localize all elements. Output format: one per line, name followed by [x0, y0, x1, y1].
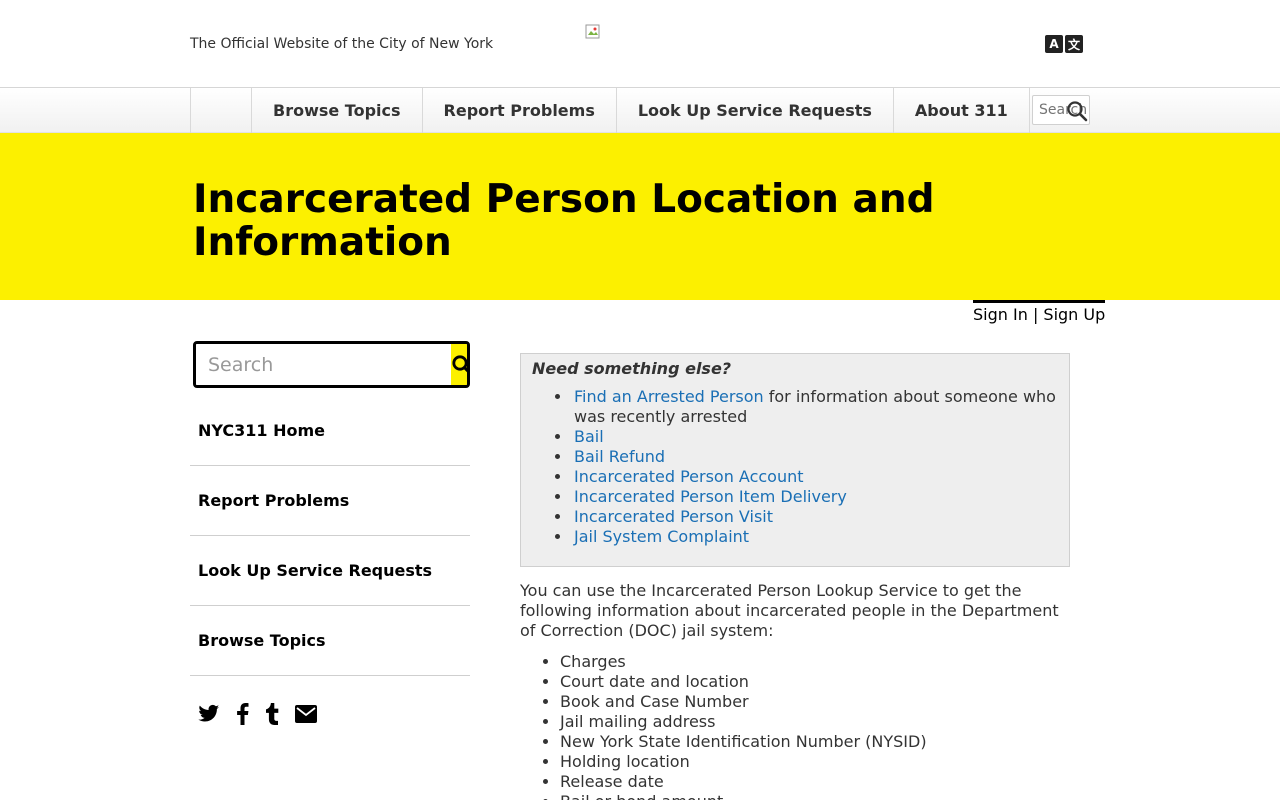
nav-about-311[interactable]: About 311 — [894, 88, 1030, 133]
sidebar-item-look-up-service-requests[interactable]: Look Up Service Requests — [190, 536, 470, 606]
sidebar-search-button[interactable] — [451, 344, 467, 385]
related-services-heading: Need something else? — [532, 359, 732, 378]
translate-cjk-glyph: 文 — [1065, 35, 1083, 53]
related-services-list: Find an Arrested Person for information … — [532, 387, 1059, 547]
list-item: Find an Arrested Person for information … — [572, 387, 1059, 427]
sidebar-menu: NYC311 Home Report Problems Look Up Serv… — [190, 396, 470, 676]
sidebar-search — [193, 341, 470, 388]
related-services-box: Need something else? Find an Arrested Pe… — [520, 353, 1070, 567]
sidebar-item-report-problems[interactable]: Report Problems — [190, 466, 470, 536]
link-find-arrested-person[interactable]: Find an Arrested Person — [574, 387, 764, 406]
broken-image-icon — [585, 24, 600, 39]
list-item: Bail or bond amount — [560, 792, 1070, 800]
list-item: Holding location — [560, 752, 1070, 772]
list-item: Incarcerated Person Account — [572, 467, 1059, 487]
sign-up-link[interactable]: Sign Up — [1043, 305, 1105, 324]
link-incarcerated-person-item-delivery[interactable]: Incarcerated Person Item Delivery — [574, 487, 847, 506]
link-bail[interactable]: Bail — [574, 427, 604, 446]
list-item: Jail System Complaint — [572, 527, 1059, 547]
search-icon[interactable] — [1066, 100, 1088, 122]
info-list: Charges Court date and location Book and… — [520, 652, 1070, 800]
nav-search-box[interactable] — [1032, 95, 1090, 125]
nav-home-slot[interactable] — [190, 88, 252, 133]
nav-report-problems[interactable]: Report Problems — [423, 88, 617, 133]
account-links: Sign In | Sign Up — [973, 300, 1105, 324]
official-website-text: The Official Website of the City of New … — [190, 36, 494, 52]
sidebar-item-nyc311-home[interactable]: NYC311 Home — [190, 396, 470, 466]
nav-look-up-service-requests[interactable]: Look Up Service Requests — [617, 88, 894, 133]
list-item: Charges — [560, 652, 1070, 672]
tumblr-icon[interactable] — [265, 703, 279, 725]
list-item: New York State Identification Number (NY… — [560, 732, 1070, 752]
account-separator: | — [1032, 305, 1039, 324]
link-jail-system-complaint[interactable]: Jail System Complaint — [574, 527, 749, 546]
list-item: Jail mailing address — [560, 712, 1070, 732]
list-item: Bail — [572, 427, 1059, 447]
email-icon[interactable] — [295, 705, 317, 723]
sidebar-item-browse-topics[interactable]: Browse Topics — [190, 606, 470, 676]
list-item: Release date — [560, 772, 1070, 792]
list-item: Book and Case Number — [560, 692, 1070, 712]
twitter-icon[interactable] — [198, 704, 220, 724]
page-hero: Incarcerated Person Location and Informa… — [0, 133, 1280, 300]
nav-browse-topics[interactable]: Browse Topics — [252, 88, 423, 133]
list-item: Incarcerated Person Visit — [572, 507, 1059, 527]
link-bail-refund[interactable]: Bail Refund — [574, 447, 665, 466]
translate-icon[interactable]: A 文 — [1045, 35, 1085, 53]
intro-paragraph: You can use the Incarcerated Person Look… — [520, 581, 1059, 640]
page-title: Incarcerated Person Location and Informa… — [193, 177, 935, 265]
search-icon — [452, 354, 467, 372]
social-links — [198, 703, 333, 725]
translate-a-glyph: A — [1045, 35, 1063, 53]
sign-in-link[interactable]: Sign In — [973, 305, 1028, 324]
link-incarcerated-person-account[interactable]: Incarcerated Person Account — [574, 467, 804, 486]
facebook-icon[interactable] — [236, 703, 249, 725]
sidebar-search-input[interactable] — [196, 344, 451, 385]
list-item: Court date and location — [560, 672, 1070, 692]
list-item: Incarcerated Person Item Delivery — [572, 487, 1059, 507]
link-incarcerated-person-visit[interactable]: Incarcerated Person Visit — [574, 507, 773, 526]
site-header: The Official Website of the City of New … — [0, 0, 1280, 88]
list-item: Bail Refund — [572, 447, 1059, 467]
